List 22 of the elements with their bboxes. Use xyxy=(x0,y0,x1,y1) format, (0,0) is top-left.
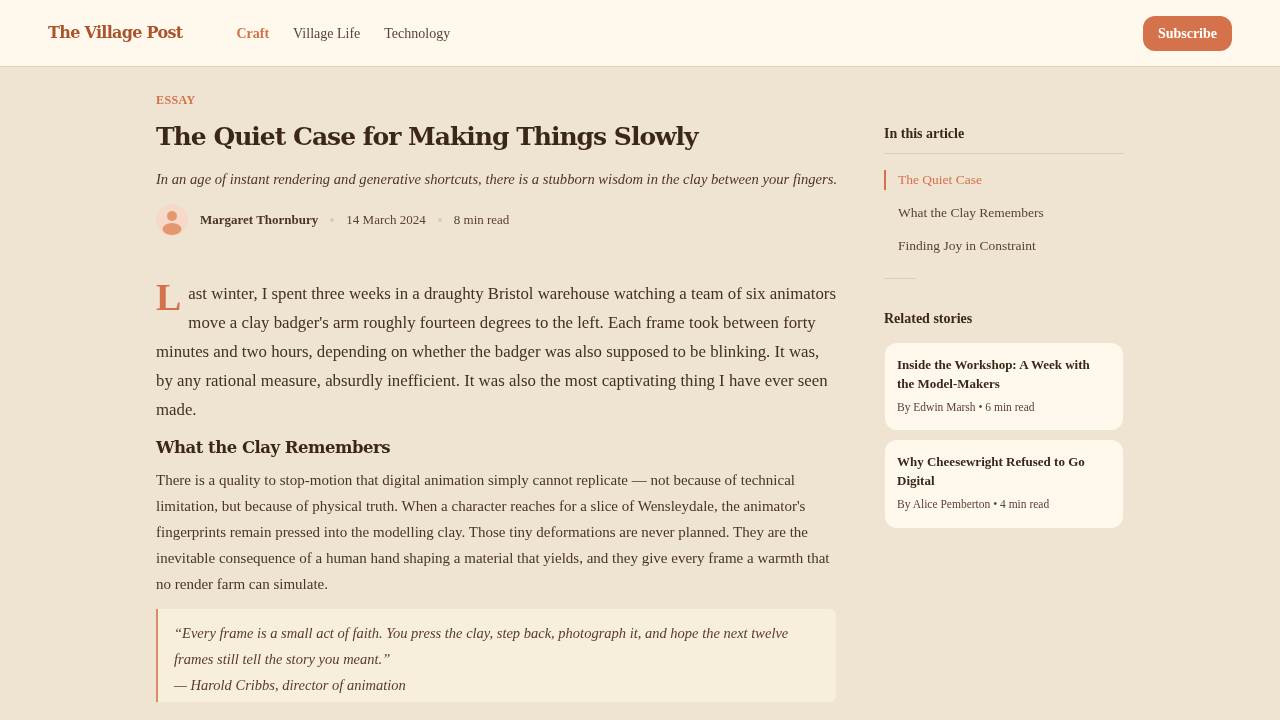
category-label: ESSAY xyxy=(156,92,197,108)
story-meta: By Alice Pemberton • 4 min read xyxy=(897,497,1051,513)
toc-link[interactable]: What the Clay Remembers xyxy=(884,203,1124,223)
story-title-link[interactable]: Inside the Workshop: A Week with the Model-Makers xyxy=(897,355,1099,393)
site-logo[interactable]: The Village Post xyxy=(48,21,183,45)
article-paragraph: There is a quality to stop-motion that digital animation simply cannot replicate — not because of technical limitation, but because of physical truth. When a character reaches for a slice of Wensleydale, the animator's fingerprints remain pressed into the modelling clay. Those tiny deformations are never planned. They are the inevitable consequence of a human hand shaping a material that yields, and they give every frame a warmth that no render farm can simulate. xyxy=(156,471,831,594)
toc-heading: In this article xyxy=(884,125,1124,154)
avatar-icon xyxy=(156,204,188,236)
related-heading: Related stories xyxy=(884,310,974,328)
author-name[interactable]: Margaret Thornbury xyxy=(200,210,319,230)
quote-attribution: — Harold Cribbs, director of animation xyxy=(174,676,407,695)
story-title-link[interactable]: Why Cheesewright Refused to Go Digital xyxy=(897,452,1099,491)
section-heading: What the Clay Remembers xyxy=(156,437,391,459)
article-subtitle: In an age of instant rendering and generative shortcuts, there is a stubborn wisdom in the clay between your fingers. xyxy=(156,170,836,189)
story-meta: By Edwin Marsh • 6 min read xyxy=(897,400,1036,416)
nav-link[interactable]: Technology xyxy=(384,22,451,44)
publish-date: 14 March 2024 xyxy=(346,211,426,230)
read-time: 8 min read xyxy=(453,211,510,230)
toc-link[interactable]: Finding Joy in Constraint xyxy=(884,236,1124,256)
nav-link[interactable]: Village Life xyxy=(293,22,361,44)
article-title: The Quiet Case for Making Things Slowly xyxy=(156,121,700,153)
quote-text: “Every frame is a small act of faith. You press the clay, step back, photograph it, and hope the next twelve frames still tell the story you meant.” xyxy=(174,624,790,669)
